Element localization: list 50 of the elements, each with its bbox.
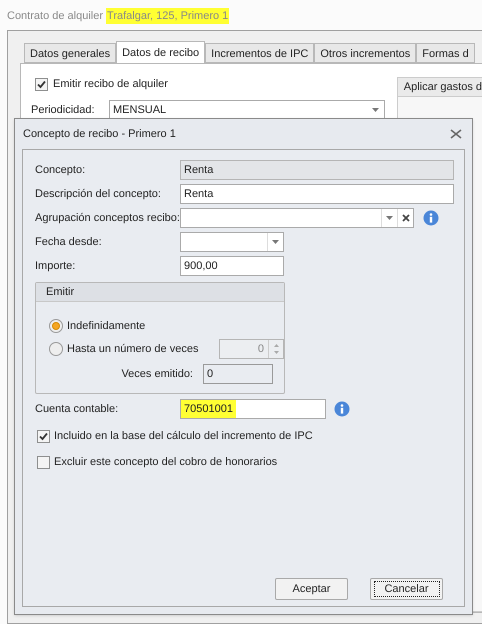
checkbox-label: Incluido en la base del cálculo del incremento de IPC xyxy=(54,428,313,444)
button-label: Cancelar xyxy=(374,581,440,597)
group-title: Emitir xyxy=(46,284,74,300)
amount-field[interactable]: 900,00 xyxy=(180,256,284,276)
date-dropdown[interactable] xyxy=(180,232,284,252)
spin-arrows-icon[interactable] xyxy=(274,344,278,354)
field-label: Veces emitido: xyxy=(120,366,194,382)
tab[interactable]: Incrementos de IPC xyxy=(205,43,314,63)
field-label: Periodicidad: xyxy=(31,102,96,118)
caret-icon xyxy=(372,108,378,112)
checkbox-label: Excluir este concepto del cobro de honorarios xyxy=(54,454,278,470)
field-label: Cuenta contable: xyxy=(35,402,120,417)
dialog-button[interactable]: Cancelar xyxy=(370,578,443,600)
dialog-title: Concepto de recibo - Primero 1 xyxy=(23,126,176,142)
panel-title: Aplicar gastos d xyxy=(404,80,482,95)
button-label: Aceptar xyxy=(292,582,332,597)
radio-label: Indefinidamente xyxy=(67,318,146,334)
info-icon[interactable] xyxy=(334,401,350,417)
checkbox[interactable] xyxy=(35,78,48,90)
tab[interactable]: Datos de recibo xyxy=(116,41,206,63)
radio-button[interactable] xyxy=(49,319,63,333)
checkbox[interactable] xyxy=(37,430,50,442)
account-field[interactable]: 70501001 xyxy=(180,399,326,419)
field-label: Agrupación conceptos recibo: xyxy=(35,210,180,226)
close-icon[interactable] xyxy=(450,129,462,139)
clear-icon[interactable] xyxy=(402,214,410,222)
info-icon[interactable] xyxy=(423,210,439,226)
checkmark-icon xyxy=(39,432,48,440)
concept-field: Renta xyxy=(180,160,454,180)
caret-icon xyxy=(386,216,393,220)
field-label: Concepto: xyxy=(35,162,86,178)
contract-address: Trafalgar, 125, Primero 1 xyxy=(106,8,230,24)
field-label: Descripción del concepto: xyxy=(35,186,162,202)
caret-icon xyxy=(272,240,279,244)
tab[interactable]: Formas d xyxy=(416,43,475,63)
radio-label: Hasta un número de veces xyxy=(67,342,200,357)
dialog-button[interactable]: Aceptar xyxy=(275,578,348,600)
field-label: Fecha desde: xyxy=(35,234,103,250)
tab[interactable]: Otros incrementos xyxy=(314,43,416,63)
checkmark-icon xyxy=(37,80,46,88)
radio-button[interactable] xyxy=(49,342,63,356)
contract-label: Contrato de alquiler xyxy=(7,8,104,24)
field-label: Importe: xyxy=(35,258,76,274)
checkbox[interactable] xyxy=(37,456,50,468)
emitted-count-field: 0 xyxy=(203,364,273,384)
account-number: 70501001 xyxy=(181,400,236,418)
tab[interactable]: Datos generales xyxy=(24,43,116,63)
checkbox-label: Emitir recibo de alquiler xyxy=(53,76,168,92)
periodicity-dropdown[interactable]: MENSUAL xyxy=(109,100,385,120)
description-field[interactable]: Renta xyxy=(180,184,454,204)
